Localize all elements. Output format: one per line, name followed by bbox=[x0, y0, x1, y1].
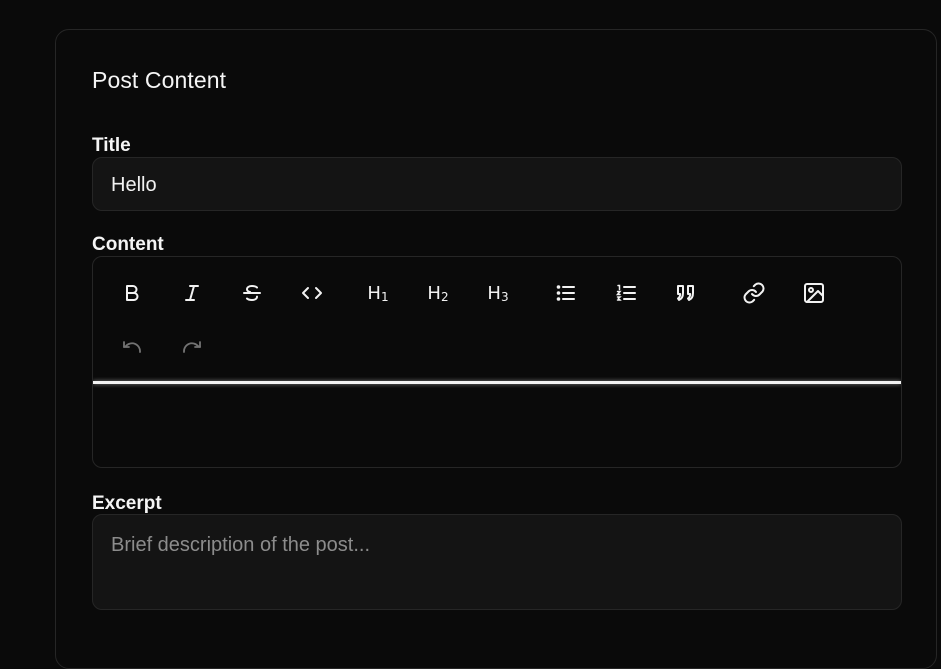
title-input[interactable]: Hello bbox=[92, 157, 902, 211]
strikethrough-icon bbox=[243, 284, 261, 302]
quote-icon bbox=[677, 285, 694, 301]
heading-3-icon: H3 bbox=[487, 282, 509, 304]
strikethrough-button[interactable] bbox=[235, 276, 269, 310]
heading-2-icon: H2 bbox=[427, 282, 449, 304]
redo-icon bbox=[183, 341, 201, 353]
bullet-list-button[interactable] bbox=[549, 276, 583, 310]
heading-1-button[interactable]: H1 bbox=[361, 276, 395, 310]
heading-2-button[interactable]: H2 bbox=[421, 276, 455, 310]
post-content-card: Post Content Title Hello Content H1 H2 H… bbox=[55, 29, 937, 669]
redo-button[interactable] bbox=[175, 330, 209, 364]
quote-button[interactable] bbox=[669, 276, 703, 310]
code-icon bbox=[302, 287, 322, 299]
link-button[interactable] bbox=[737, 276, 771, 310]
rich-text-editor: H1 H2 H3 bbox=[92, 256, 902, 468]
bold-button[interactable] bbox=[115, 276, 149, 310]
excerpt-label: Excerpt bbox=[92, 493, 162, 514]
ordered-list-icon bbox=[615, 284, 636, 301]
bullet-list-icon bbox=[556, 285, 575, 301]
bold-icon bbox=[126, 285, 139, 301]
editor-toolbar: H1 H2 H3 bbox=[93, 257, 901, 381]
undo-icon bbox=[123, 341, 141, 353]
code-button[interactable] bbox=[295, 276, 329, 310]
content-label: Content bbox=[92, 234, 164, 255]
ordered-list-button[interactable] bbox=[609, 276, 643, 310]
italic-icon bbox=[185, 285, 199, 301]
title-label: Title bbox=[92, 135, 131, 156]
undo-button[interactable] bbox=[115, 330, 149, 364]
excerpt-textarea[interactable]: Brief description of the post... bbox=[92, 514, 902, 610]
editor-content-area[interactable] bbox=[93, 384, 901, 467]
italic-button[interactable] bbox=[175, 276, 209, 310]
heading-1-icon: H1 bbox=[367, 282, 389, 304]
image-button[interactable] bbox=[797, 276, 831, 310]
heading-3-button[interactable]: H3 bbox=[481, 276, 515, 310]
card-title: Post Content bbox=[92, 67, 227, 93]
link-icon bbox=[743, 282, 765, 304]
image-icon bbox=[804, 283, 824, 303]
